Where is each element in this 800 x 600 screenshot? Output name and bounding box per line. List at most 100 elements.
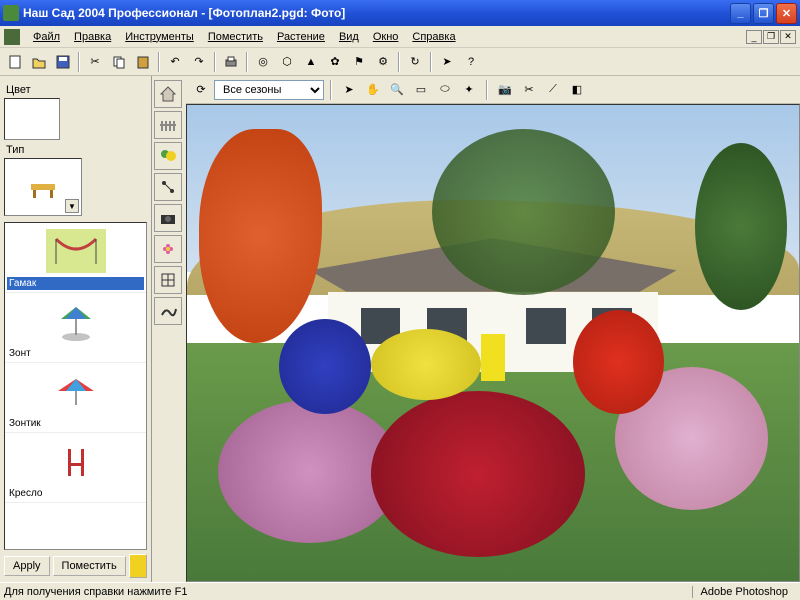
window-title: Наш Сад 2004 Профессионал - [Фотоплан2.p… bbox=[23, 6, 730, 20]
canvas-area: ⟳ Все сезоны ➤ ✋ 🔍 ▭ ⬭ ✦ 📷 ✂ ⟋ ◧ bbox=[186, 76, 800, 582]
connector-tool[interactable] bbox=[154, 173, 182, 201]
crop-tool[interactable]: ✂ bbox=[518, 79, 540, 101]
item-list[interactable]: Гамак Зонт Зонтик Кресло bbox=[4, 222, 147, 550]
separator bbox=[78, 52, 80, 72]
separator bbox=[330, 80, 332, 100]
menubar: Файл Правка Инструменты Поместить Растен… bbox=[0, 26, 800, 48]
apply-button[interactable]: Apply bbox=[4, 556, 50, 576]
tool-c-button[interactable]: ▲ bbox=[300, 51, 322, 73]
separator bbox=[158, 52, 160, 72]
tool-a-button[interactable]: ◎ bbox=[252, 51, 274, 73]
tool-b-button[interactable]: ⬡ bbox=[276, 51, 298, 73]
tree-graphic bbox=[432, 129, 616, 296]
tree-graphic bbox=[199, 129, 321, 343]
rotate-button[interactable]: ↻ bbox=[404, 51, 426, 73]
menu-help[interactable]: Справка bbox=[405, 29, 462, 45]
zoom-tool[interactable]: 🔍 bbox=[386, 79, 408, 101]
help-button[interactable]: ? bbox=[460, 51, 482, 73]
mdi-restore-button[interactable]: ❐ bbox=[763, 30, 779, 44]
tool-strip bbox=[152, 76, 186, 582]
list-item[interactable]: Кресло bbox=[5, 433, 146, 503]
refresh-button[interactable]: ⟳ bbox=[190, 79, 212, 101]
house-tool[interactable] bbox=[154, 80, 182, 108]
select-arrow-tool[interactable]: ➤ bbox=[338, 79, 360, 101]
maximize-button[interactable]: ❐ bbox=[753, 3, 774, 24]
list-item[interactable]: Зонт bbox=[5, 293, 146, 363]
item-label: Кресло bbox=[7, 487, 144, 500]
left-panel: Цвет Тип ▼ Гамак Зонт Зонтик Кресло bbox=[0, 76, 152, 582]
canvas-toolbar: ⟳ Все сезоны ➤ ✋ 🔍 ▭ ⬭ ✦ 📷 ✂ ⟋ ◧ bbox=[186, 76, 800, 104]
snapshot-tool[interactable]: 📷 bbox=[494, 79, 516, 101]
levels-tool[interactable]: ◧ bbox=[566, 79, 588, 101]
lasso-tool[interactable]: ⬭ bbox=[434, 79, 456, 101]
draw-tool[interactable] bbox=[154, 297, 182, 325]
list-item[interactable]: Гамак bbox=[5, 223, 146, 293]
tool-f-button[interactable]: ⚙ bbox=[372, 51, 394, 73]
type-dropdown-arrow[interactable]: ▼ bbox=[65, 199, 79, 213]
menu-plant[interactable]: Растение bbox=[270, 29, 332, 45]
marquee-tool[interactable]: ▭ bbox=[410, 79, 432, 101]
separator bbox=[430, 52, 432, 72]
status-help-text: Для получения справки нажмите F1 bbox=[4, 586, 187, 598]
color-label: Цвет bbox=[6, 84, 147, 96]
menu-edit[interactable]: Правка bbox=[67, 29, 118, 45]
list-item[interactable]: Зонтик bbox=[5, 363, 146, 433]
menu-view[interactable]: Вид bbox=[332, 29, 366, 45]
redo-button[interactable]: ↷ bbox=[188, 51, 210, 73]
chair-graphic bbox=[481, 334, 505, 382]
umbrella-icon bbox=[44, 297, 108, 345]
season-dropdown[interactable]: Все сезоны bbox=[214, 80, 324, 100]
item-label: Гамак bbox=[7, 277, 144, 290]
mdi-minimize-button[interactable]: _ bbox=[746, 30, 762, 44]
new-button[interactable] bbox=[4, 51, 26, 73]
document-icon bbox=[4, 29, 20, 45]
main-toolbar: ✂ ↶ ↷ ◎ ⬡ ▲ ✿ ⚑ ⚙ ↻ ➤ ? bbox=[0, 48, 800, 76]
type-selector[interactable]: ▼ bbox=[4, 158, 82, 216]
separator bbox=[398, 52, 400, 72]
bush-graphic bbox=[371, 391, 585, 558]
paste-button[interactable] bbox=[132, 51, 154, 73]
flower-graphic bbox=[279, 319, 371, 414]
flower-tool[interactable] bbox=[154, 235, 182, 263]
fence-tool[interactable] bbox=[154, 111, 182, 139]
menu-tools[interactable]: Инструменты bbox=[118, 29, 201, 45]
cut-button[interactable]: ✂ bbox=[84, 51, 106, 73]
pointer-button[interactable]: ➤ bbox=[436, 51, 458, 73]
statusbar: Для получения справки нажмите F1 Adobe P… bbox=[0, 582, 800, 600]
app-icon bbox=[3, 5, 19, 21]
print-button[interactable] bbox=[220, 51, 242, 73]
menu-window[interactable]: Окно bbox=[366, 29, 406, 45]
close-button[interactable]: ✕ bbox=[776, 3, 797, 24]
bench-icon bbox=[23, 172, 63, 202]
item-label: Зонтик bbox=[7, 417, 144, 430]
separator bbox=[214, 52, 216, 72]
window-controls: _ ❐ ✕ bbox=[730, 3, 797, 24]
flower-graphic bbox=[573, 310, 665, 415]
camera-tool[interactable] bbox=[154, 204, 182, 232]
grid-tool[interactable] bbox=[154, 266, 182, 294]
save-button[interactable] bbox=[52, 51, 74, 73]
open-button[interactable] bbox=[28, 51, 50, 73]
small-umbrella-icon bbox=[44, 367, 108, 415]
menu-file[interactable]: Файл bbox=[26, 29, 67, 45]
plant-tool[interactable] bbox=[154, 142, 182, 170]
undo-button[interactable]: ↶ bbox=[164, 51, 186, 73]
eyedropper-tool[interactable]: ⟋ bbox=[542, 79, 564, 101]
hammock-icon bbox=[44, 227, 108, 275]
status-app-text: Adobe Photoshop bbox=[692, 586, 796, 598]
tool-e-button[interactable]: ⚑ bbox=[348, 51, 370, 73]
design-viewport[interactable] bbox=[186, 104, 800, 582]
toggle-button[interactable] bbox=[129, 554, 147, 578]
place-button[interactable]: Поместить bbox=[53, 556, 126, 576]
tree-graphic bbox=[695, 143, 787, 310]
color-swatch[interactable] bbox=[4, 98, 60, 140]
tool-d-button[interactable]: ✿ bbox=[324, 51, 346, 73]
copy-button[interactable] bbox=[108, 51, 130, 73]
menu-place[interactable]: Поместить bbox=[201, 29, 270, 45]
window-graphic bbox=[526, 308, 566, 344]
mdi-close-button[interactable]: ✕ bbox=[780, 30, 796, 44]
separator bbox=[246, 52, 248, 72]
minimize-button[interactable]: _ bbox=[730, 3, 751, 24]
wand-tool[interactable]: ✦ bbox=[458, 79, 480, 101]
hand-tool[interactable]: ✋ bbox=[362, 79, 384, 101]
